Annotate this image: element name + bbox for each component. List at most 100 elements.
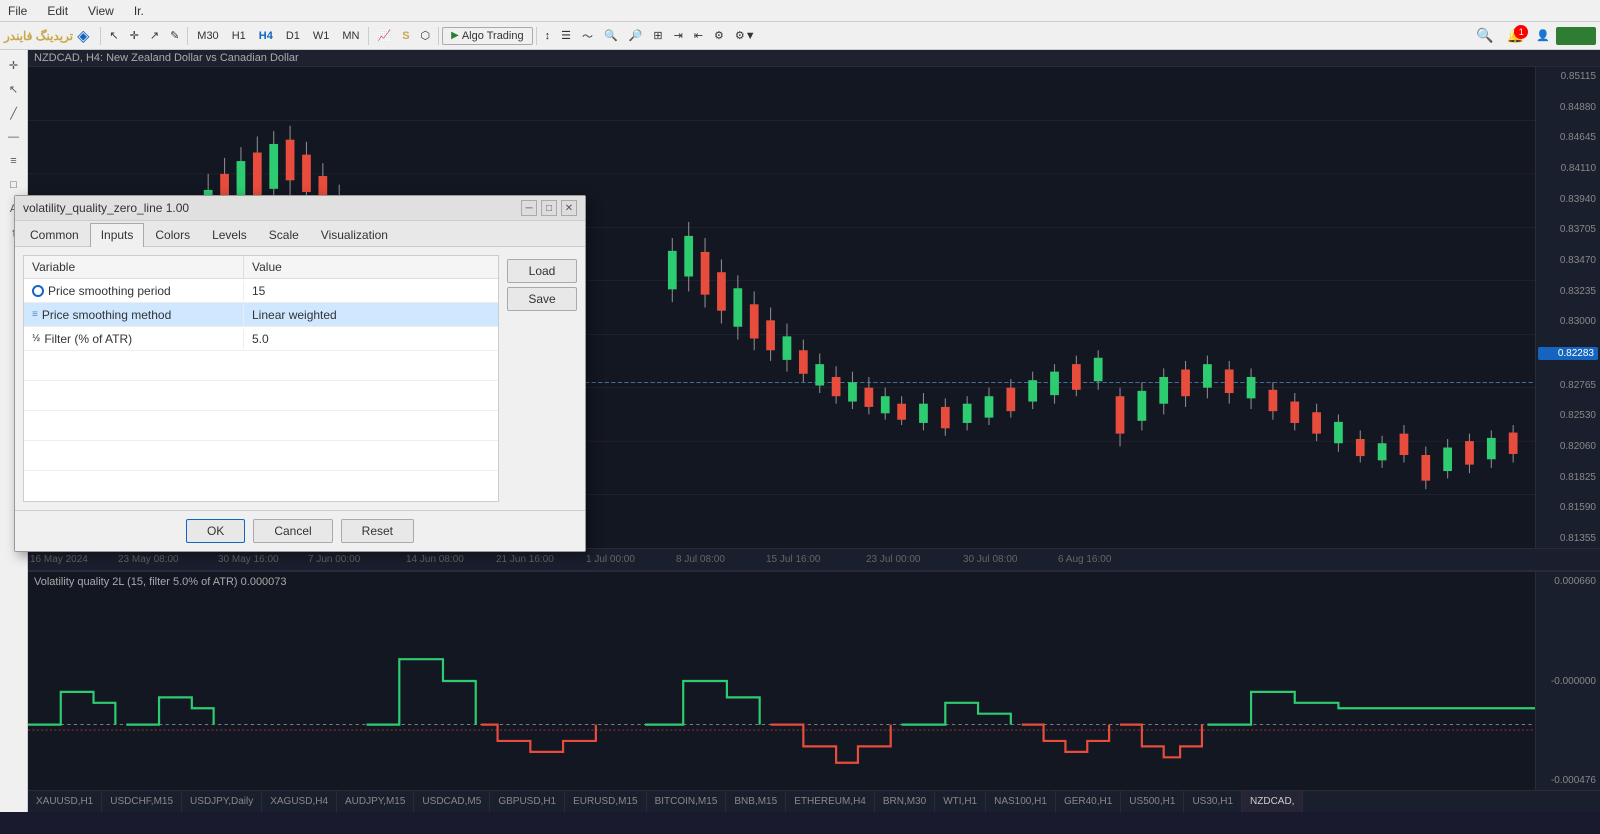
tab-xagusd[interactable]: XAGUSD,H4 — [262, 791, 337, 813]
date-9: 23 Jul 00:00 — [866, 554, 921, 565]
reset-btn[interactable]: Reset — [341, 519, 414, 543]
table-row-empty5 — [24, 471, 498, 501]
variable-label-2: Price smoothing method — [42, 308, 171, 322]
fraction-icon: ½ — [32, 333, 40, 344]
tab-common[interactable]: Common — [19, 223, 90, 246]
lower-chart[interactable]: Volatility quality 2L (15, filter 5.0% o… — [28, 570, 1600, 790]
tab-levels[interactable]: Levels — [201, 223, 258, 246]
sep4 — [438, 27, 439, 45]
table-row[interactable]: ≡ Price smoothing method Linear weighted — [24, 303, 498, 327]
waves-btn[interactable]: 〜 — [577, 25, 598, 47]
tab-bnb[interactable]: BNB,M15 — [726, 791, 786, 813]
variable-cell-3: ½ Filter (% of ATR) — [24, 329, 244, 349]
date-3: 7 Jun 00:00 — [308, 554, 360, 565]
tf-w1[interactable]: W1 — [307, 27, 336, 45]
crosshair-btn[interactable]: ✛ — [125, 26, 144, 45]
indicator-dialog: volatility_quality_zero_line 1.00 ─ □ ✕ … — [14, 195, 586, 552]
maximize-btn[interactable]: □ — [541, 200, 557, 216]
tab-usdchf[interactable]: USDCHF,M15 — [102, 791, 182, 813]
tf-m30[interactable]: M30 — [191, 27, 224, 45]
chart-type-btn[interactable]: 📈 — [372, 26, 396, 45]
zoom-out-btn[interactable]: 🔎 — [624, 26, 648, 45]
template-btn[interactable]: ⬡ — [416, 26, 436, 45]
notifications-btn[interactable]: 🔔 1 — [1501, 25, 1530, 46]
cursor-btn[interactable]: ↖ — [104, 26, 123, 45]
ok-btn[interactable]: OK — [186, 519, 245, 543]
circle-icon — [32, 285, 44, 297]
minimize-btn[interactable]: ─ — [521, 200, 537, 216]
menu-view[interactable]: View — [84, 2, 118, 20]
cursor-tool[interactable]: ↖ — [3, 78, 25, 100]
date-11: 6 Aug 16:00 — [1058, 554, 1111, 565]
bar-left-btn[interactable]: ⇤ — [689, 26, 708, 45]
variable-label-3: Filter (% of ATR) — [44, 332, 132, 346]
orders-btn[interactable]: ☰ — [556, 26, 576, 45]
tab-usdjpy[interactable]: USDJPY,Daily — [182, 791, 262, 813]
search-btn[interactable]: 🔍 — [1470, 25, 1499, 46]
tab-inputs[interactable]: Inputs — [90, 223, 145, 247]
settings-btn[interactable]: ⚙▼ — [730, 26, 761, 45]
oscillator-chart — [28, 572, 1535, 790]
tab-colors[interactable]: Colors — [144, 223, 201, 246]
table-row[interactable]: Price smoothing period 15 — [24, 279, 498, 303]
load-btn[interactable]: Load — [507, 259, 577, 283]
hline-tool[interactable]: — — [3, 126, 25, 148]
line-btn[interactable]: ↗ — [145, 26, 164, 45]
algo-trading-btn[interactable]: ▶ Algo Trading — [442, 27, 532, 45]
tab-xauusd[interactable]: XAUUSD,H1 — [28, 791, 102, 813]
tf-h1[interactable]: H1 — [226, 27, 252, 45]
tab-brn[interactable]: BRN,M30 — [875, 791, 935, 813]
table-row-empty — [24, 351, 498, 381]
price-4: 0.83940 — [1538, 194, 1598, 205]
tab-audjpy[interactable]: AUDJPY,M15 — [337, 791, 414, 813]
date-6: 1 Jul 00:00 — [586, 554, 635, 565]
tab-nas100[interactable]: NAS100,H1 — [986, 791, 1056, 813]
tab-ger40[interactable]: GER40,H1 — [1056, 791, 1121, 813]
account-btn[interactable]: 👤 — [1531, 26, 1555, 45]
draw-btn[interactable]: ✎ — [165, 26, 184, 45]
buy-sell-btn[interactable]: ↕ — [540, 27, 556, 45]
property-btn[interactable]: ⚙ — [709, 26, 729, 45]
tab-gbpusd[interactable]: GBPUSD,H1 — [490, 791, 565, 813]
value-cell-2[interactable]: Linear weighted — [244, 305, 498, 325]
rect-tool[interactable]: □ — [3, 174, 25, 196]
tab-ethereum[interactable]: ETHEREUM,H4 — [786, 791, 875, 813]
tab-nzdcad[interactable]: NZDCAD, — [1242, 791, 1303, 813]
table-row[interactable]: ½ Filter (% of ATR) 5.0 — [24, 327, 498, 351]
zoom-in-btn[interactable]: 🔍 — [599, 26, 623, 45]
menu-file[interactable]: File — [4, 2, 31, 20]
value-cell-1[interactable]: 15 — [244, 281, 498, 301]
cancel-btn[interactable]: Cancel — [253, 519, 332, 543]
tab-us30[interactable]: US30,H1 — [1184, 791, 1242, 813]
dialog-tabs: Common Inputs Colors Levels Scale Visual… — [15, 221, 585, 247]
algo-trading-label: Algo Trading — [462, 30, 524, 42]
grid-btn[interactable]: ⊞ — [648, 26, 667, 45]
tab-eurusd[interactable]: EURUSD,M15 — [565, 791, 646, 813]
value-cell-3[interactable]: 5.0 — [244, 329, 498, 349]
menu-ir[interactable]: Ir. — [130, 2, 148, 20]
crosshair-tool[interactable]: ✛ — [3, 54, 25, 76]
tf-h4[interactable]: H4 — [253, 27, 279, 45]
save-btn[interactable]: Save — [507, 287, 577, 311]
line-tool[interactable]: ╱ — [3, 102, 25, 124]
indicators-btn[interactable]: S — [397, 27, 414, 45]
tf-d1[interactable]: D1 — [280, 27, 306, 45]
tab-bitcoin[interactable]: BITCOIN,M15 — [647, 791, 727, 813]
col-value: Value — [244, 256, 498, 278]
sep2 — [187, 27, 188, 45]
menu-edit[interactable]: Edit — [43, 2, 72, 20]
tab-usdcad[interactable]: USDCAD,M5 — [414, 791, 490, 813]
bar-right-btn[interactable]: ⇥ — [669, 26, 688, 45]
tf-mn[interactable]: MN — [336, 27, 365, 45]
tab-scale[interactable]: Scale — [258, 223, 310, 246]
menu-bar: File Edit View Ir. — [0, 0, 1600, 22]
price-10: 0.82530 — [1538, 410, 1598, 421]
dialog-title-buttons: ─ □ ✕ — [521, 200, 577, 216]
main-toolbar: تریدینگ فایندر ◈ ↖ ✛ ↗ ✎ M30 H1 H4 D1 W1… — [0, 22, 1600, 50]
tab-wti[interactable]: WTI,H1 — [935, 791, 986, 813]
close-btn[interactable]: ✕ — [561, 200, 577, 216]
tab-us500[interactable]: US500,H1 — [1121, 791, 1184, 813]
fib-tool[interactable]: ≡ — [3, 150, 25, 172]
tab-visualization[interactable]: Visualization — [310, 223, 399, 246]
date-5: 21 Jun 16:00 — [496, 554, 554, 565]
